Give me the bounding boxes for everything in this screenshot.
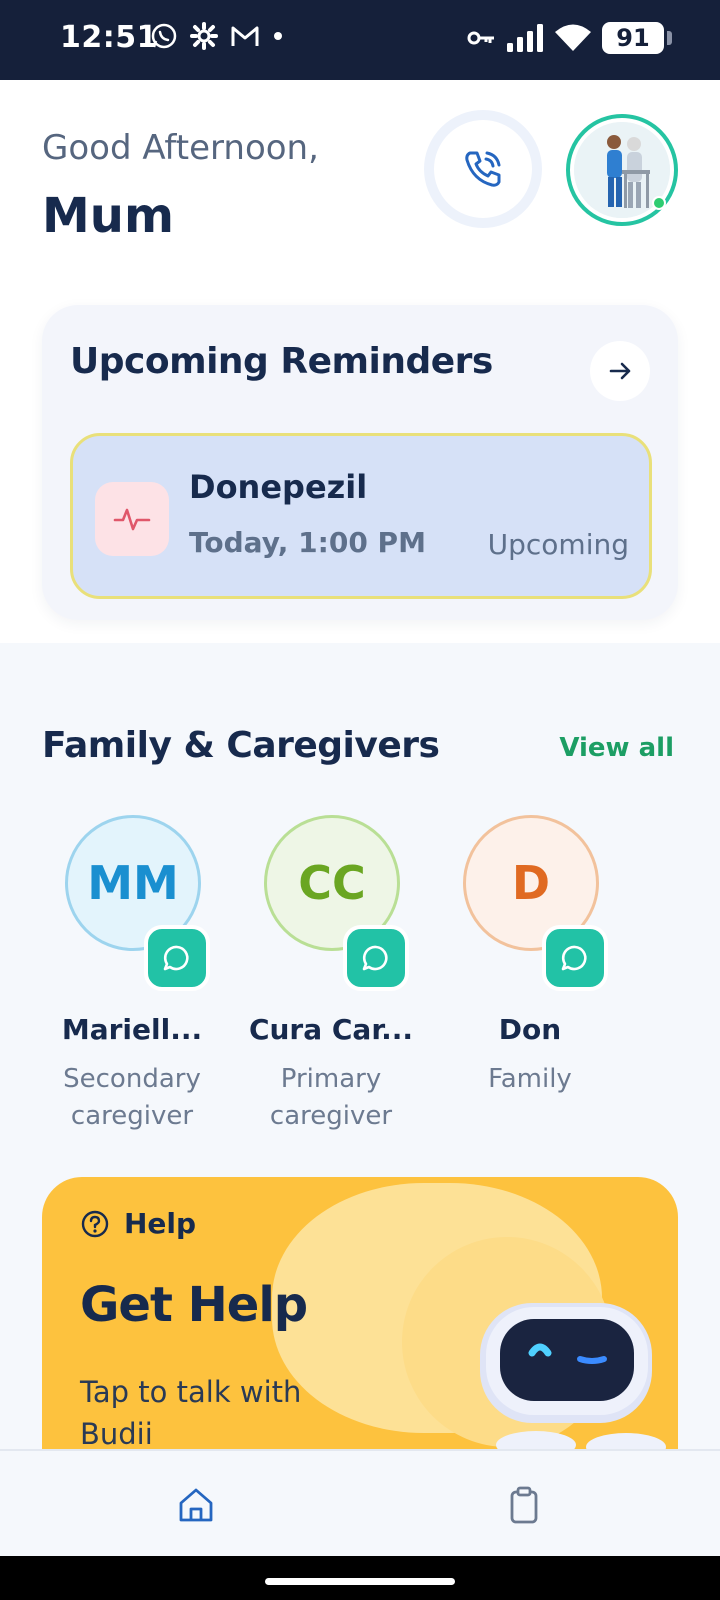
- help-title: Get Help: [80, 1277, 308, 1333]
- get-help-card[interactable]: Help Get Help Tap to talk with Budii: [42, 1177, 678, 1449]
- heart-pulse-icon: [95, 482, 169, 556]
- nav-tasks[interactable]: [500, 1481, 548, 1529]
- member-initials: D: [511, 856, 551, 910]
- family-title: Family & Caregivers: [42, 725, 440, 766]
- user-name: Mum: [42, 188, 174, 244]
- greeting-text: Good Afternoon,: [42, 128, 319, 168]
- gesture-handle[interactable]: [265, 1578, 455, 1585]
- chat-bubble-icon: [362, 945, 388, 971]
- bottom-nav: [0, 1449, 720, 1556]
- reminders-card: Upcoming Reminders Donepezil Today, 1:00…: [42, 305, 678, 620]
- call-button[interactable]: [424, 110, 542, 228]
- gesture-bar: [0, 1556, 720, 1600]
- home-icon: [179, 1488, 213, 1522]
- reminders-title: Upcoming Reminders: [70, 341, 493, 382]
- phone-call-icon: [465, 151, 501, 187]
- reminder-status: Upcoming: [487, 528, 629, 561]
- help-subtitle: Tap to talk with Budii: [80, 1375, 302, 1449]
- reminder-name: Donepezil: [189, 468, 368, 506]
- member-name: Don: [498, 1013, 562, 1046]
- battery-icon: 91: [602, 22, 672, 54]
- wifi-icon: [555, 24, 591, 51]
- member-initials: MM: [87, 856, 179, 910]
- member-initials: CC: [298, 856, 366, 910]
- status-icons-right: 91: [466, 22, 672, 54]
- reminder-time: Today, 1:00 PM: [189, 526, 426, 559]
- signal-icon: [507, 24, 543, 52]
- clipboard-icon: [510, 1486, 538, 1524]
- online-status-dot: [652, 196, 666, 210]
- member-name: Cura Car...: [248, 1013, 414, 1046]
- status-bar: 12:51 91: [0, 0, 720, 80]
- vpn-key-icon: [467, 31, 494, 45]
- question-circle-icon: [81, 1210, 109, 1237]
- member-role: Primary caregiver: [269, 1064, 393, 1131]
- member-name: Mariell...: [61, 1013, 203, 1046]
- whatsapp-icon: [151, 23, 177, 49]
- profile-avatar[interactable]: [566, 114, 678, 226]
- status-time: 12:51: [60, 20, 158, 55]
- chat-button[interactable]: [542, 925, 608, 991]
- chat-bubble-icon: [163, 945, 189, 971]
- reminder-item[interactable]: Donepezil Today, 1:00 PM Upcoming: [70, 433, 652, 599]
- view-all-link[interactable]: View all: [559, 733, 674, 763]
- help-tag: Help: [80, 1207, 196, 1240]
- robot-mascot-icon: [480, 1303, 666, 1449]
- reminders-arrow-button[interactable]: [590, 341, 650, 401]
- battery-level: 91: [616, 24, 650, 52]
- arrow-right-icon: [609, 362, 631, 380]
- chat-button[interactable]: [343, 925, 409, 991]
- status-icons-left: [150, 22, 284, 50]
- dot-icon: [274, 32, 282, 40]
- gmail-icon: [231, 26, 259, 46]
- settings-icon: [190, 22, 218, 50]
- member-role: Secondary caregiver: [63, 1064, 201, 1131]
- member-role: Family: [488, 1064, 572, 1094]
- chat-bubble-icon: [561, 945, 587, 971]
- help-tag-label: Help: [124, 1207, 197, 1240]
- nav-home[interactable]: [172, 1481, 220, 1529]
- chat-button[interactable]: [144, 925, 210, 991]
